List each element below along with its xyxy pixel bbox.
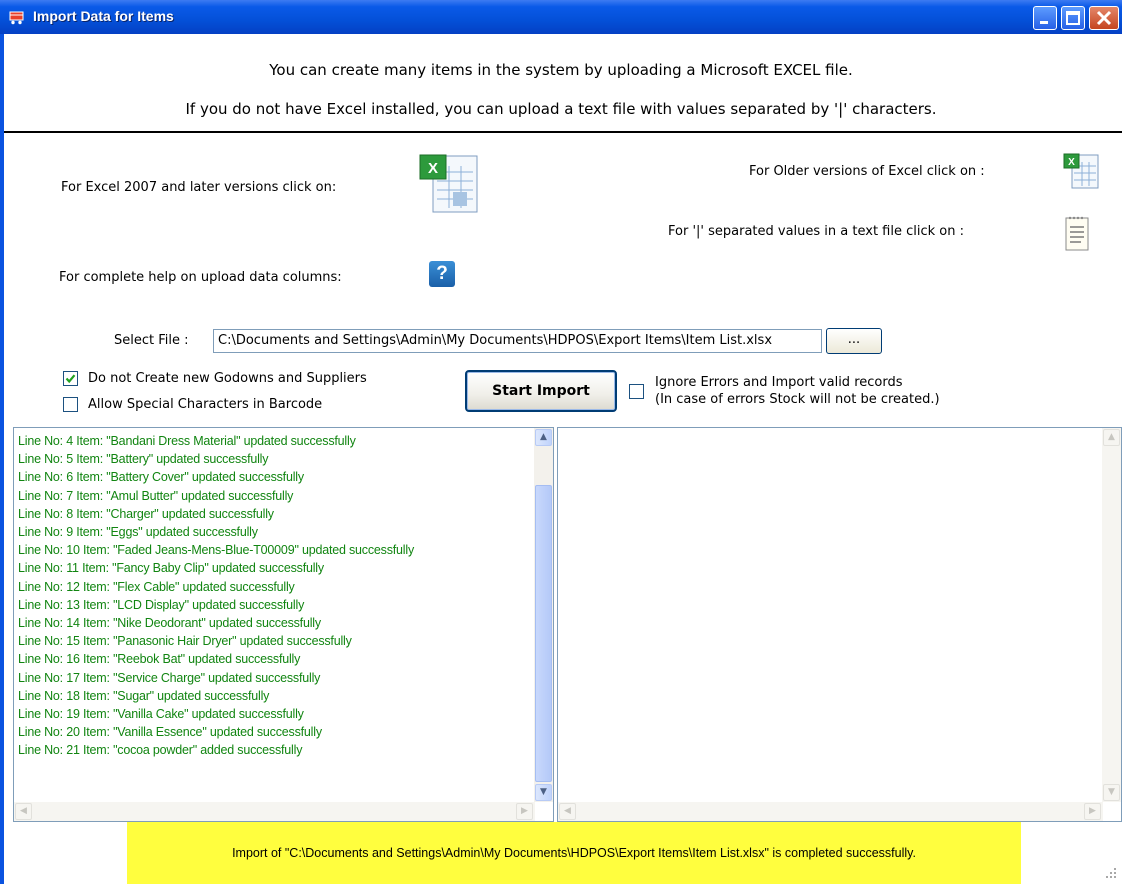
intro-line-1: You can create many items in the system … <box>269 61 853 79</box>
shopping-cart-icon <box>9 11 24 25</box>
help-icon[interactable]: ? <box>429 261 455 287</box>
log-line: Line No: 15 Item: "Panasonic Hair Dryer"… <box>18 634 352 649</box>
ignore-errors-label[interactable]: Ignore Errors and Import valid records <box>655 375 903 390</box>
excel2007-label: For Excel 2007 and later versions click … <box>61 180 337 195</box>
minimize-icon <box>1040 21 1048 24</box>
window-title: Import Data for Items <box>33 8 174 24</box>
log-line: Line No: 14 Item: "Nike Deodorant" updat… <box>18 616 321 631</box>
import-log-list: Line No: 4 Item: "Bandani Dress Material… <box>18 432 414 760</box>
log-line: Line No: 16 Item: "Reebok Bat" updated s… <box>18 652 301 667</box>
scroll-down-button[interactable]: ▼ <box>535 784 552 801</box>
log-vertical-scrollbar[interactable]: ▲ ▼ <box>534 428 553 802</box>
scroll-thumb[interactable] <box>535 485 552 782</box>
log-line: Line No: 12 Item: "Flex Cable" updated s… <box>18 579 295 594</box>
minimize-button[interactable] <box>1033 6 1057 30</box>
excel-legacy-icon[interactable]: X <box>1062 152 1100 190</box>
chevron-up-icon: ▲ <box>1108 432 1115 442</box>
log-line: Line No: 5 Item: "Battery" updated succe… <box>18 452 269 467</box>
resize-grip-icon[interactable] <box>1104 866 1118 880</box>
log-line: Line No: 8 Item: "Charger" updated succe… <box>18 506 274 521</box>
log-line: Line No: 13 Item: "LCD Display" updated … <box>18 597 305 612</box>
close-icon <box>1096 10 1112 26</box>
log-line: Line No: 21 Item: "cocoa powder" added s… <box>18 743 303 758</box>
title-bar[interactable]: Import Data for Items <box>0 0 1122 34</box>
scroll-up-button[interactable]: ▲ <box>535 429 552 446</box>
text-file-label: For '|' separated values in a text file … <box>668 224 964 239</box>
log-line: Line No: 9 Item: "Eggs" updated successf… <box>18 525 258 540</box>
log-line: Line No: 19 Item: "Vanilla Cake" updated… <box>18 707 304 722</box>
error-scroll-down-button[interactable]: ▼ <box>1103 784 1120 801</box>
browse-button[interactable]: ... <box>826 328 882 354</box>
maximize-icon <box>1066 11 1080 25</box>
file-path-input[interactable]: C:\Documents and Settings\Admin\My Docum… <box>213 329 822 353</box>
excel-2007-icon[interactable]: X <box>417 152 481 214</box>
chevron-right-icon: ▶ <box>521 806 528 816</box>
error-scroll-right-button[interactable]: ▶ <box>1084 803 1101 820</box>
text-file-icon[interactable] <box>1063 214 1093 254</box>
chevron-up-icon: ▲ <box>540 432 547 442</box>
svg-text:X: X <box>1068 157 1075 168</box>
no-create-godowns-checkbox[interactable] <box>63 371 78 386</box>
error-scroll-left-button[interactable]: ◀ <box>559 803 576 820</box>
import-log-panel[interactable]: Line No: 4 Item: "Bandani Dress Material… <box>13 427 554 822</box>
log-horizontal-scrollbar[interactable]: ◀ ▶ <box>14 802 535 821</box>
log-line: Line No: 4 Item: "Bandani Dress Material… <box>18 434 356 448</box>
status-message: Import of "C:\Documents and Settings\Adm… <box>127 822 1021 884</box>
error-horizontal-scrollbar[interactable]: ◀ ▶ <box>558 802 1103 821</box>
chevron-down-icon: ▼ <box>1108 787 1115 797</box>
select-file-label: Select File : <box>114 333 189 348</box>
ignore-errors-note: (In case of errors Stock will not be cre… <box>655 392 940 407</box>
intro-line-2: If you do not have Excel installed, you … <box>185 100 937 118</box>
chevron-down-icon: ▼ <box>540 787 547 797</box>
svg-text:X: X <box>428 160 438 177</box>
start-import-button[interactable]: Start Import <box>465 370 617 412</box>
chevron-left-icon: ◀ <box>564 806 571 816</box>
log-line: Line No: 6 Item: "Battery Cover" updated… <box>18 470 304 485</box>
maximize-button[interactable] <box>1061 6 1085 30</box>
chevron-right-icon: ▶ <box>1089 806 1096 816</box>
checkmark-icon <box>65 374 76 384</box>
scroll-right-button[interactable]: ▶ <box>516 803 533 820</box>
close-button[interactable] <box>1089 6 1119 30</box>
error-vertical-scrollbar[interactable]: ▲ ▼ <box>1102 428 1121 802</box>
allow-special-chars-label[interactable]: Allow Special Characters in Barcode <box>88 397 322 412</box>
log-line: Line No: 18 Item: "Sugar" updated succes… <box>18 688 270 703</box>
log-line: Line No: 11 Item: "Fancy Baby Clip" upda… <box>18 561 324 576</box>
log-line: Line No: 10 Item: "Faded Jeans-Mens-Blue… <box>18 543 414 558</box>
chevron-left-icon: ◀ <box>20 806 27 816</box>
older-excel-label: For Older versions of Excel click on : <box>749 164 985 179</box>
allow-special-chars-checkbox[interactable] <box>63 397 78 412</box>
log-line: Line No: 17 Item: "Service Charge" updat… <box>18 670 321 685</box>
ignore-errors-checkbox[interactable] <box>629 384 644 399</box>
scroll-left-button[interactable]: ◀ <box>15 803 32 820</box>
intro-panel: You can create many items in the system … <box>4 34 1122 133</box>
log-line: Line No: 7 Item: "Amul Butter" updated s… <box>18 488 294 503</box>
no-create-godowns-label[interactable]: Do not Create new Godowns and Suppliers <box>88 371 367 386</box>
error-scroll-up-button[interactable]: ▲ <box>1103 429 1120 446</box>
error-log-panel[interactable]: ▲ ▼ ◀ ▶ <box>557 427 1122 822</box>
help-label: For complete help on upload data columns… <box>59 270 342 285</box>
log-line: Line No: 20 Item: "Vanilla Essence" upda… <box>18 725 322 740</box>
